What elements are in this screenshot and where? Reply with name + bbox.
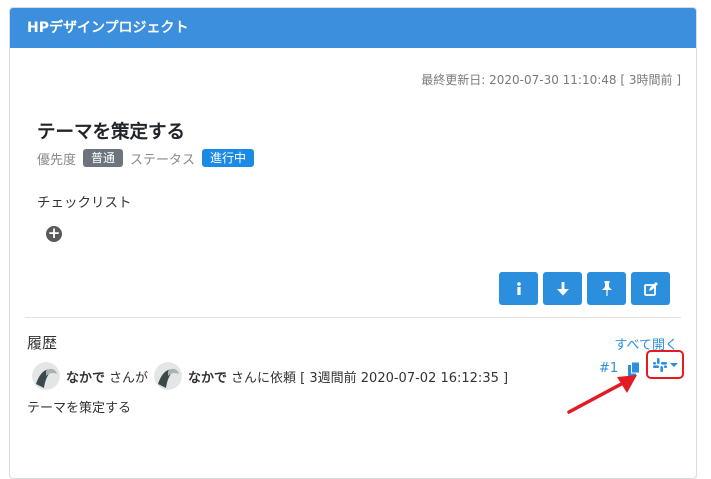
annotation-arrow — [567, 375, 637, 414]
slack-dropdown-button[interactable] — [646, 350, 684, 379]
task-meta: 優先度 普通 ステータス 進行中 — [37, 149, 261, 168]
add-checklist-button[interactable]: + — [46, 226, 62, 242]
history-text: テーマを策定する — [27, 401, 132, 416]
move-down-button[interactable] — [543, 272, 582, 305]
history-title: 履歴 — [27, 334, 58, 352]
avatar — [154, 362, 183, 390]
info-button[interactable] — [499, 272, 538, 305]
plus-icon: + — [47, 224, 61, 242]
last-updated: 最終更新日: 2020-07-30 11:10:48 [ 3時間前 ] — [421, 73, 681, 87]
edit-icon — [643, 281, 658, 296]
task-title: テーマを策定する — [37, 122, 186, 143]
pin-button[interactable] — [587, 272, 626, 305]
slack-icon — [652, 357, 667, 372]
priority-badge: 普通 — [83, 149, 124, 167]
arrow-down-icon — [556, 281, 569, 295]
history-from-suffix: さんが — [109, 370, 149, 386]
project-title: HPデザインプロジェクト — [10, 8, 696, 48]
history-from-user[interactable]: なかで — [66, 367, 105, 386]
history-entry: なかで さんが なかで さんに依頼 [ 3週間前 2020-07-02 16:1… — [32, 361, 508, 391]
section-divider — [25, 317, 681, 318]
task-toolbar — [499, 272, 670, 305]
priority-label: 優先度 — [37, 152, 77, 168]
info-icon — [516, 281, 521, 295]
history-to-suffix: さんに依頼 [ 3週間前 2020-07-02 16:12:35 ] — [231, 370, 509, 386]
status-label: ステータス — [130, 152, 196, 168]
checklist-label: チェックリスト — [37, 195, 132, 211]
history-to-user[interactable]: なかで — [188, 367, 227, 386]
pin-icon — [601, 281, 612, 296]
avatar — [32, 362, 60, 390]
chevron-down-icon — [669, 362, 678, 367]
edit-button[interactable] — [631, 272, 670, 305]
status-badge: 進行中 — [202, 149, 255, 167]
